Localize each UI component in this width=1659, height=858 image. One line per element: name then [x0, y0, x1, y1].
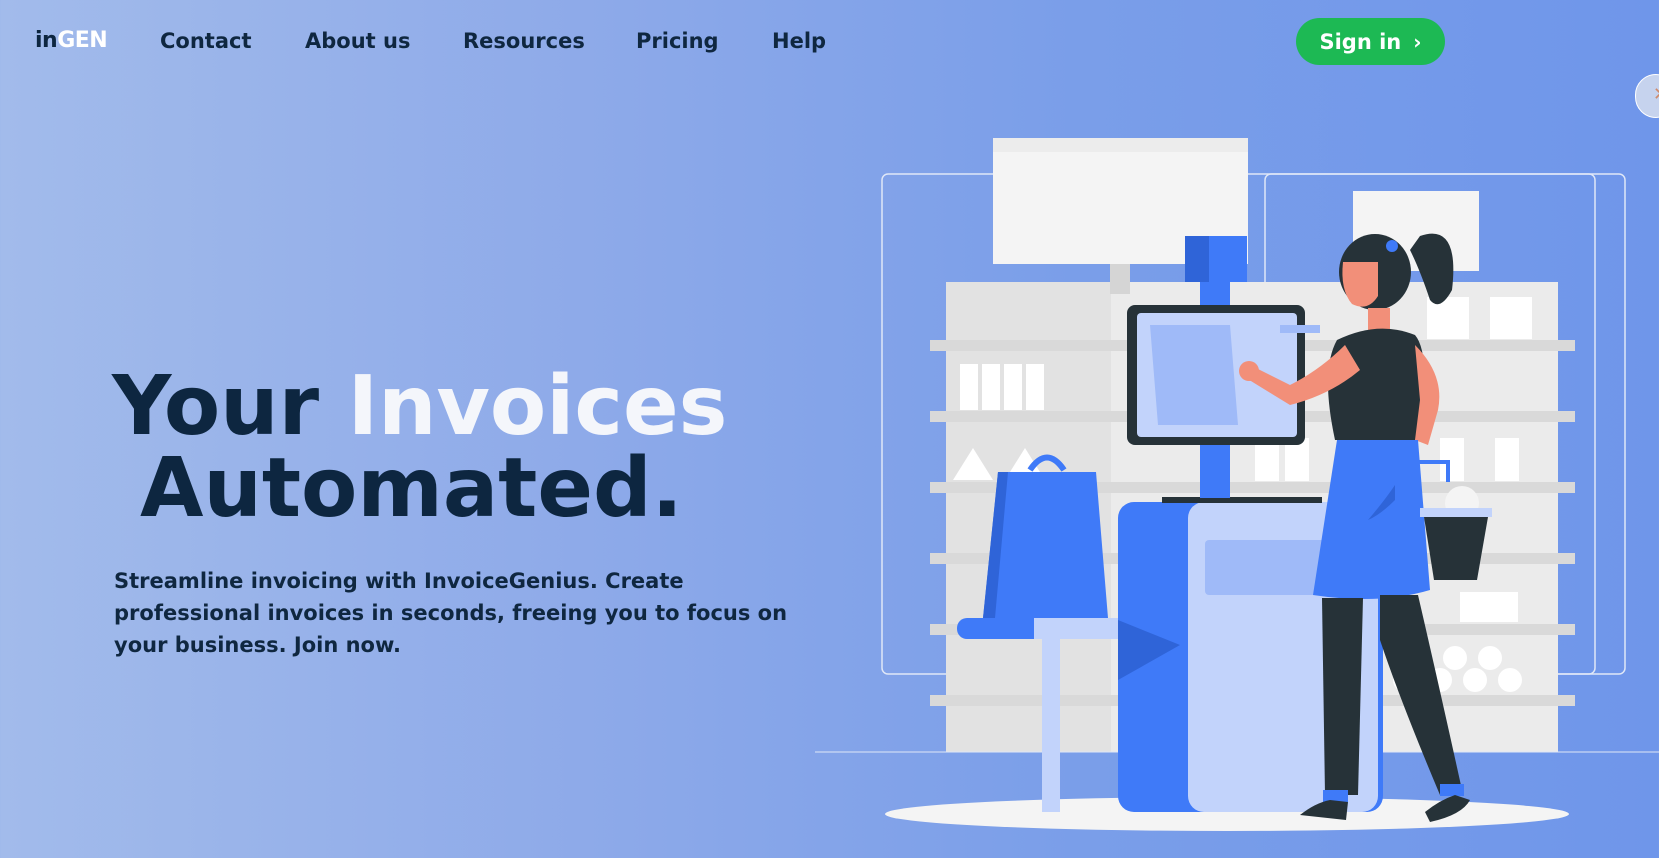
chevron-right-icon: ›: [1413, 29, 1422, 54]
close-icon: ✕: [1653, 84, 1659, 105]
logo-in: in: [35, 28, 58, 53]
hero-title-highlight: Invoices: [347, 359, 728, 454]
store-checkout-illustration: [815, 138, 1659, 831]
nav-link-about-us[interactable]: About us: [305, 29, 410, 53]
logo[interactable]: inGEN: [35, 28, 108, 53]
nav-link-resources[interactable]: Resources: [463, 29, 585, 53]
sign-in-label: Sign in: [1319, 29, 1402, 54]
nav-link-help[interactable]: Help: [772, 29, 826, 53]
sign-in-button[interactable]: Sign in ›: [1296, 18, 1445, 65]
nav-link-contact[interactable]: Contact: [160, 29, 252, 53]
hero-description: Streamline invoicing with InvoiceGenius.…: [114, 569, 788, 657]
logo-gen: GEN: [57, 28, 108, 53]
hero-title-part1: Your: [112, 359, 348, 454]
top-navigation: inGEN Contact About us Resources Pricing…: [0, 0, 1659, 86]
hero-title: Your Invoices Automated.: [112, 366, 727, 530]
shopping-bag: [983, 454, 1108, 618]
hero-title-line2: Automated.: [140, 441, 683, 536]
nav-link-pricing[interactable]: Pricing: [636, 29, 719, 53]
